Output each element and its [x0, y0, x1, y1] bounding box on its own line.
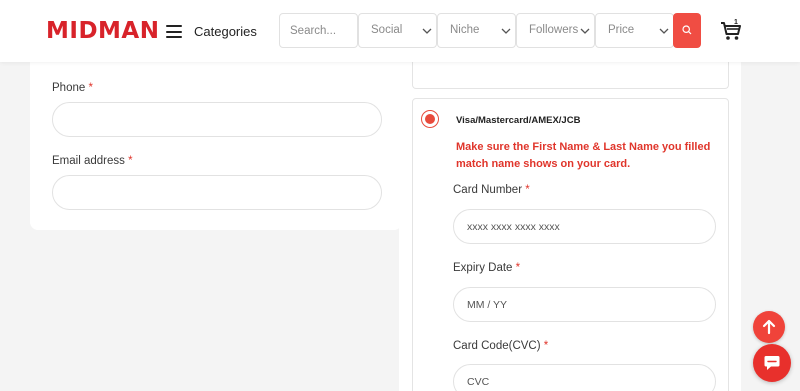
required-mark: *	[515, 262, 521, 274]
card-number-label-text: Card Number	[453, 184, 523, 196]
email-label-text: Email address	[52, 155, 125, 167]
filter-price-label: Price	[608, 24, 635, 36]
card-name-warning: Make sure the First Name & Last Name you…	[456, 141, 711, 170]
card-code-label-text: Card Code(CVC)	[453, 340, 541, 352]
hamburger-icon[interactable]	[166, 25, 182, 38]
search-icon	[682, 25, 692, 35]
email-input[interactable]	[52, 175, 382, 210]
phone-label: Phone *	[52, 82, 93, 94]
cart-icon[interactable]	[720, 20, 742, 42]
phone-input[interactable]	[52, 102, 382, 137]
filter-social-select[interactable]: Social	[358, 13, 437, 48]
card-payment-radio[interactable]	[421, 110, 439, 128]
email-label: Email address *	[52, 155, 133, 167]
card-code-label: Card Code(CVC) *	[453, 340, 548, 352]
required-mark: *	[525, 184, 530, 196]
chevron-down-icon	[501, 28, 511, 34]
card-code-input[interactable]	[453, 364, 716, 391]
chat-icon	[764, 356, 780, 370]
filter-followers-select[interactable]: Followers	[516, 13, 595, 48]
site-logo[interactable]: MIDMAN	[46, 18, 159, 44]
payment-method-label: Visa/Mastercard/AMEX/JCB	[456, 115, 581, 126]
chevron-down-icon	[422, 28, 432, 34]
filter-niche-label: Niche	[450, 24, 480, 36]
site-header: MIDMAN Categories Social Niche Followers…	[0, 0, 800, 62]
search-input[interactable]	[279, 13, 358, 48]
arrow-up-icon	[762, 319, 776, 335]
filter-followers-label: Followers	[529, 24, 579, 36]
expiry-date-label-text: Expiry Date	[453, 262, 513, 274]
card-number-label: Card Number *	[453, 184, 530, 196]
required-mark: *	[543, 340, 549, 352]
phone-label-text: Phone	[52, 82, 86, 94]
chevron-down-icon	[659, 28, 669, 34]
categories-menu-label[interactable]: Categories	[194, 24, 257, 39]
scroll-to-top-button[interactable]	[753, 311, 785, 343]
chat-button[interactable]	[753, 344, 791, 382]
expiry-date-input[interactable]	[453, 287, 716, 322]
required-mark: *	[128, 155, 133, 167]
card-number-input[interactable]	[453, 209, 716, 244]
required-mark: *	[88, 82, 93, 94]
search-button[interactable]	[673, 13, 701, 48]
cart-count-badge: 1	[734, 19, 738, 26]
filter-social-label: Social	[371, 24, 403, 36]
filter-niche-select[interactable]: Niche	[437, 13, 516, 48]
expiry-date-label: Expiry Date *	[453, 262, 520, 274]
filter-price-select[interactable]: Price	[595, 13, 674, 48]
chevron-down-icon	[580, 28, 590, 34]
